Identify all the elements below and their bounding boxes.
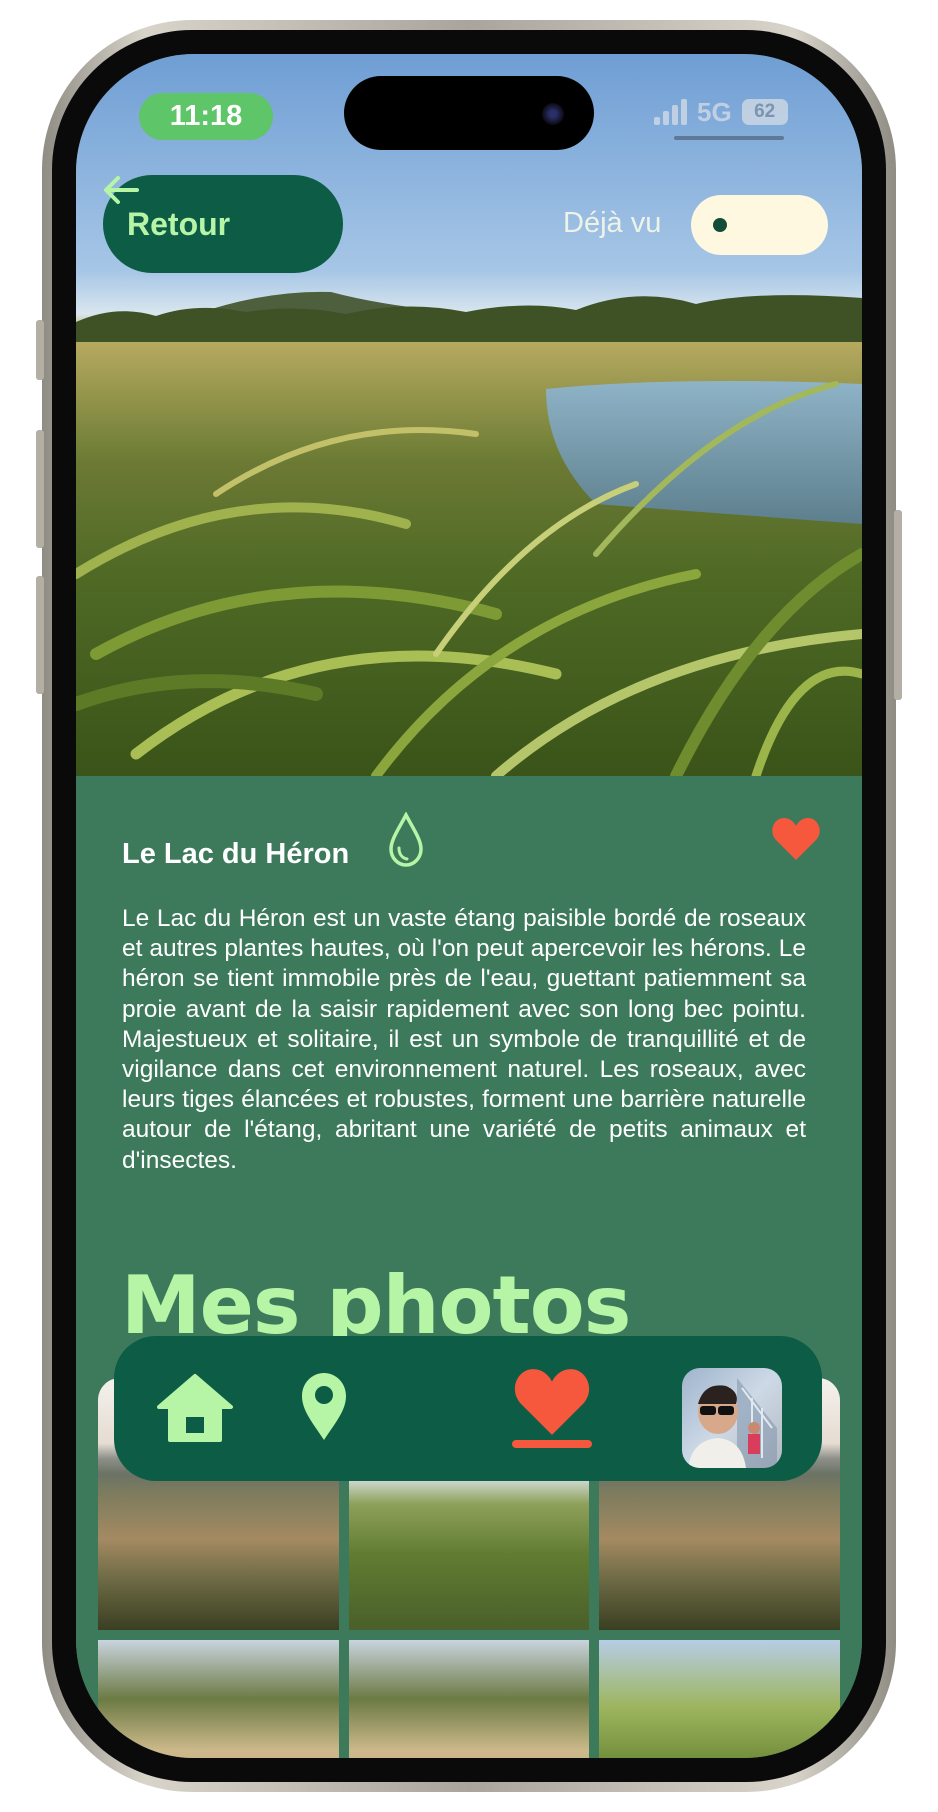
place-title: Le Lac du Héron — [122, 838, 350, 870]
heart-icon — [514, 1369, 590, 1435]
side-button — [36, 576, 44, 694]
signal-icon — [654, 99, 687, 125]
nav-profile-avatar[interactable] — [682, 1368, 782, 1468]
seen-label: Déjà vu — [563, 207, 662, 239]
active-tab-indicator — [512, 1440, 592, 1448]
reed-landscape-illustration — [76, 291, 862, 776]
photo-thumbnail[interactable] — [599, 1640, 840, 1758]
nav-home[interactable] — [152, 1366, 238, 1450]
side-button — [36, 320, 44, 380]
hero-photo: 11:18 5G 62 Retour Déjà vu — [76, 54, 862, 776]
side-button — [36, 430, 44, 548]
map-pin-icon — [302, 1373, 346, 1440]
photo-thumbnail[interactable] — [348, 1640, 590, 1758]
toggle-knob — [713, 218, 727, 232]
bottom-nav — [114, 1336, 822, 1481]
nav-favorites[interactable] — [506, 1362, 598, 1442]
status-indicators: 5G 62 — [654, 94, 788, 130]
back-button-label: Retour — [127, 205, 231, 242]
home-icon — [157, 1374, 233, 1442]
water-drop-icon — [389, 812, 423, 867]
network-type: 5G — [697, 96, 732, 127]
photo-thumbnail[interactable] — [98, 1640, 339, 1758]
front-camera — [542, 103, 564, 125]
app-screen: 11:18 5G 62 Retour Déjà vu Le Lac du Hér… — [76, 54, 862, 1758]
back-button[interactable]: Retour — [103, 175, 343, 273]
dynamic-island — [344, 76, 594, 150]
avatar — [688, 1378, 777, 1468]
status-underline — [674, 136, 784, 140]
heart-icon[interactable] — [771, 816, 821, 862]
arrow-left-icon — [104, 176, 139, 204]
place-details: Le Lac du Héron Le Lac du Héron est un v… — [76, 776, 862, 1758]
status-time: 11:18 — [139, 93, 273, 140]
side-button — [894, 510, 902, 700]
seen-toggle[interactable] — [691, 195, 828, 255]
battery-icon: 62 — [741, 99, 788, 125]
place-description: Le Lac du Héron est un vaste étang paisi… — [122, 905, 806, 1174]
nav-map[interactable] — [284, 1364, 364, 1448]
